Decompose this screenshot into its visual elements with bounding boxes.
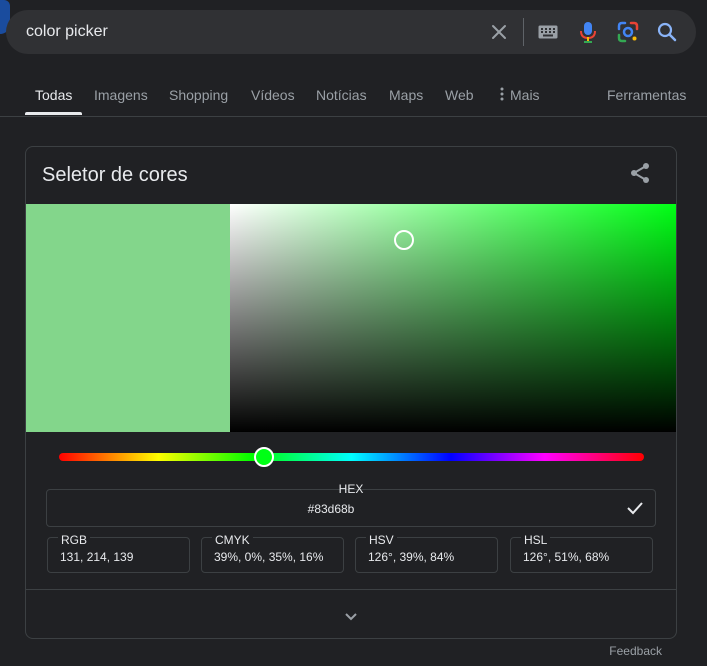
active-tab-indicator (25, 112, 82, 115)
hsl-value[interactable]: 126°, 51%, 68% (523, 550, 609, 564)
hsl-field[interactable]: HSL 126°, 51%, 68% (510, 533, 653, 573)
hsl-label: HSL (521, 533, 551, 547)
hsv-field[interactable]: HSV 126°, 39%, 84% (355, 533, 498, 573)
rgb-value[interactable]: 131, 214, 139 (60, 550, 133, 564)
color-picker-card: Seletor de cores #83d68b HEX RGB 131, 21… (25, 146, 677, 639)
rgb-label: RGB (58, 533, 91, 547)
tab-noticias[interactable]: Notícias (316, 87, 367, 103)
tab-todas[interactable]: Todas (35, 87, 72, 103)
rgb-field[interactable]: RGB 131, 214, 139 (47, 533, 190, 573)
google-lens-icon[interactable] (614, 18, 642, 46)
search-tabs: Todas Imagens Shopping Vídeos Notícias M… (0, 80, 707, 117)
hex-value[interactable]: #83d68b (47, 502, 615, 516)
tools-button[interactable]: Ferramentas (607, 87, 686, 103)
tab-shopping[interactable]: Shopping (169, 87, 228, 103)
keyboard-icon[interactable] (534, 18, 562, 46)
feedback-link[interactable]: Feedback (609, 644, 662, 658)
chevron-down-icon[interactable] (339, 604, 363, 628)
clear-icon[interactable] (485, 18, 513, 46)
check-icon[interactable] (625, 498, 645, 518)
card-title: Seletor de cores (42, 164, 188, 186)
voice-search-icon[interactable] (574, 18, 602, 46)
tab-maps[interactable]: Maps (389, 87, 423, 103)
color-preview-swatch (26, 204, 230, 432)
cmyk-label: CMYK (212, 533, 253, 547)
share-icon[interactable] (628, 161, 652, 185)
tab-web[interactable]: Web (445, 87, 474, 103)
tab-more-label: Mais (510, 87, 540, 103)
hue-slider[interactable] (59, 453, 644, 461)
search-bar[interactable]: color picker (6, 10, 696, 54)
hue-slider-handle[interactable] (253, 447, 274, 467)
search-divider (523, 18, 524, 46)
more-vert-icon (500, 87, 504, 101)
search-icon[interactable] (653, 18, 681, 46)
tab-videos[interactable]: Vídeos (251, 87, 295, 103)
tab-imagens[interactable]: Imagens (94, 87, 148, 103)
saturation-value-area[interactable] (230, 204, 676, 432)
card-divider (26, 589, 676, 590)
hsv-label: HSV (366, 533, 397, 547)
cmyk-field[interactable]: CMYK 39%, 0%, 35%, 16% (201, 533, 344, 573)
cmyk-value[interactable]: 39%, 0%, 35%, 16% (214, 550, 323, 564)
hsv-value[interactable]: 126°, 39%, 84% (368, 550, 454, 564)
tab-more[interactable]: Mais (500, 87, 540, 103)
hex-label: HEX (338, 482, 364, 496)
search-input[interactable]: color picker (26, 23, 108, 41)
